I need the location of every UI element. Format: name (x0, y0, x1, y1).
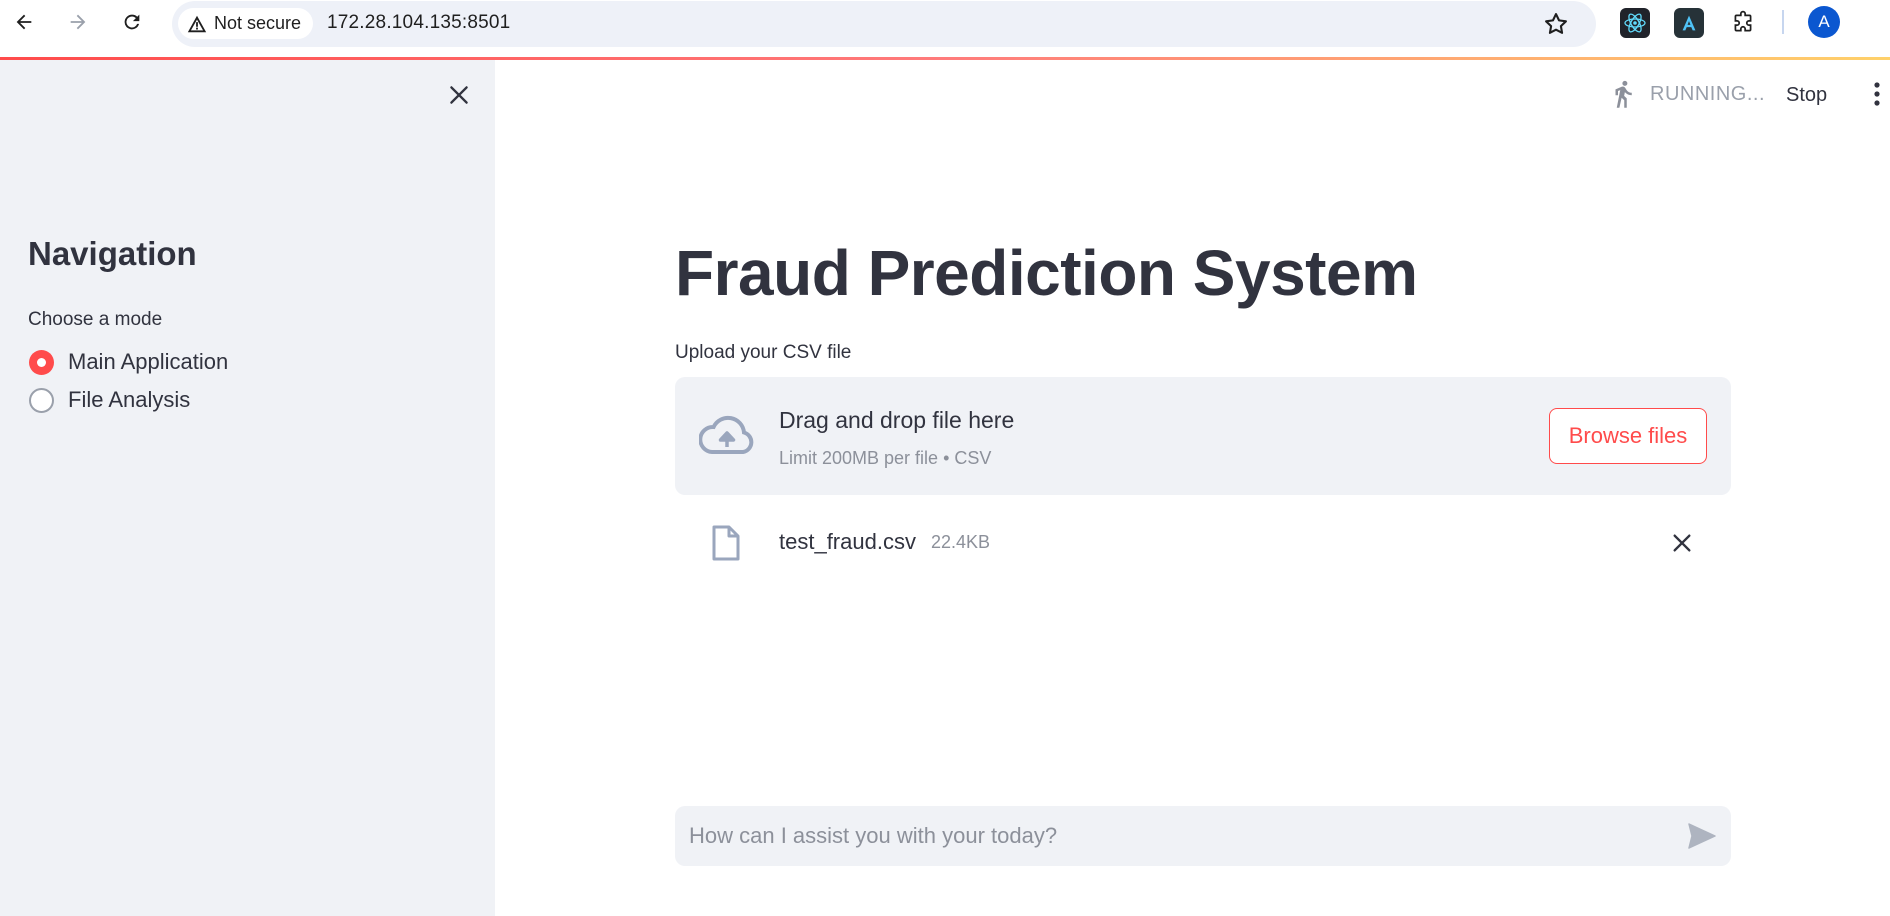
sidebar-title: Navigation (28, 235, 197, 272)
remove-file-icon[interactable] (1671, 532, 1693, 554)
mode-label: Choose a mode (28, 309, 163, 330)
address-bar[interactable]: Not secure 172.28.104.135:8501 (172, 1, 1596, 47)
browse-files-button[interactable]: Browse files (1549, 408, 1707, 464)
cloud-upload-icon (699, 415, 754, 454)
bookmark-star-icon[interactable] (1542, 10, 1570, 38)
radio-unselected-icon[interactable] (29, 387, 54, 413)
running-man-icon (1615, 80, 1632, 108)
radio-selected-icon[interactable] (29, 349, 54, 375)
running-status: RUNNING... (1608, 76, 1765, 112)
dropzone-limit: Limit 200MB per file • CSV (779, 448, 992, 468)
chat-input[interactable] (689, 820, 1649, 852)
radio-label: Main Application (68, 349, 229, 374)
dropzone-instructions: Drag and drop file here (779, 407, 1015, 433)
security-indicator[interactable]: Not secure (178, 8, 314, 39)
file-name: test_fraud.csv (779, 529, 916, 554)
radio-label: File Analysis (68, 387, 191, 412)
react-devtools-icon[interactable] (1620, 8, 1650, 38)
forward-button[interactable] (60, 6, 96, 38)
running-status-text: RUNNING... (1650, 82, 1765, 105)
send-icon[interactable] (1687, 822, 1717, 850)
extensions-puzzle-icon[interactable] (1728, 8, 1758, 38)
sidebar: Navigation Choose a mode Main Applicatio… (0, 60, 495, 916)
toolbar-divider (1782, 10, 1784, 34)
file-dropzone[interactable]: Drag and drop file here Limit 200MB per … (675, 377, 1731, 495)
chat-input-container (675, 806, 1731, 866)
extension-a-icon[interactable] (1674, 8, 1704, 38)
back-button[interactable] (6, 6, 42, 38)
security-label: Not secure (214, 13, 302, 33)
url-text[interactable]: 172.28.104.135:8501 (327, 12, 510, 34)
upload-label: Upload your CSV file (675, 342, 852, 363)
reload-icon (124, 14, 140, 30)
profile-avatar[interactable]: A (1808, 6, 1840, 38)
avatar-letter: A (1818, 12, 1830, 31)
stop-button[interactable]: Stop (1786, 84, 1827, 107)
page-title: Fraud Prediction System (675, 237, 1418, 309)
uploaded-file-row: test_fraud.csv 22.4KB (675, 520, 1731, 568)
file-size: 22.4KB (931, 532, 991, 552)
warning-icon (187, 15, 207, 32)
close-sidebar-icon[interactable] (446, 82, 472, 108)
file-icon (712, 525, 740, 561)
browser-toolbar: Not secure 172.28.104.135:8501 A (0, 0, 1890, 47)
arrow-right-icon (70, 14, 86, 30)
radio-option-file-analysis[interactable]: File Analysis (29, 387, 190, 413)
arrow-left-icon (16, 14, 32, 30)
radio-option-main-application[interactable]: Main Application (29, 349, 228, 375)
main-menu-icon[interactable] (1870, 80, 1884, 108)
reload-button[interactable] (114, 6, 150, 38)
